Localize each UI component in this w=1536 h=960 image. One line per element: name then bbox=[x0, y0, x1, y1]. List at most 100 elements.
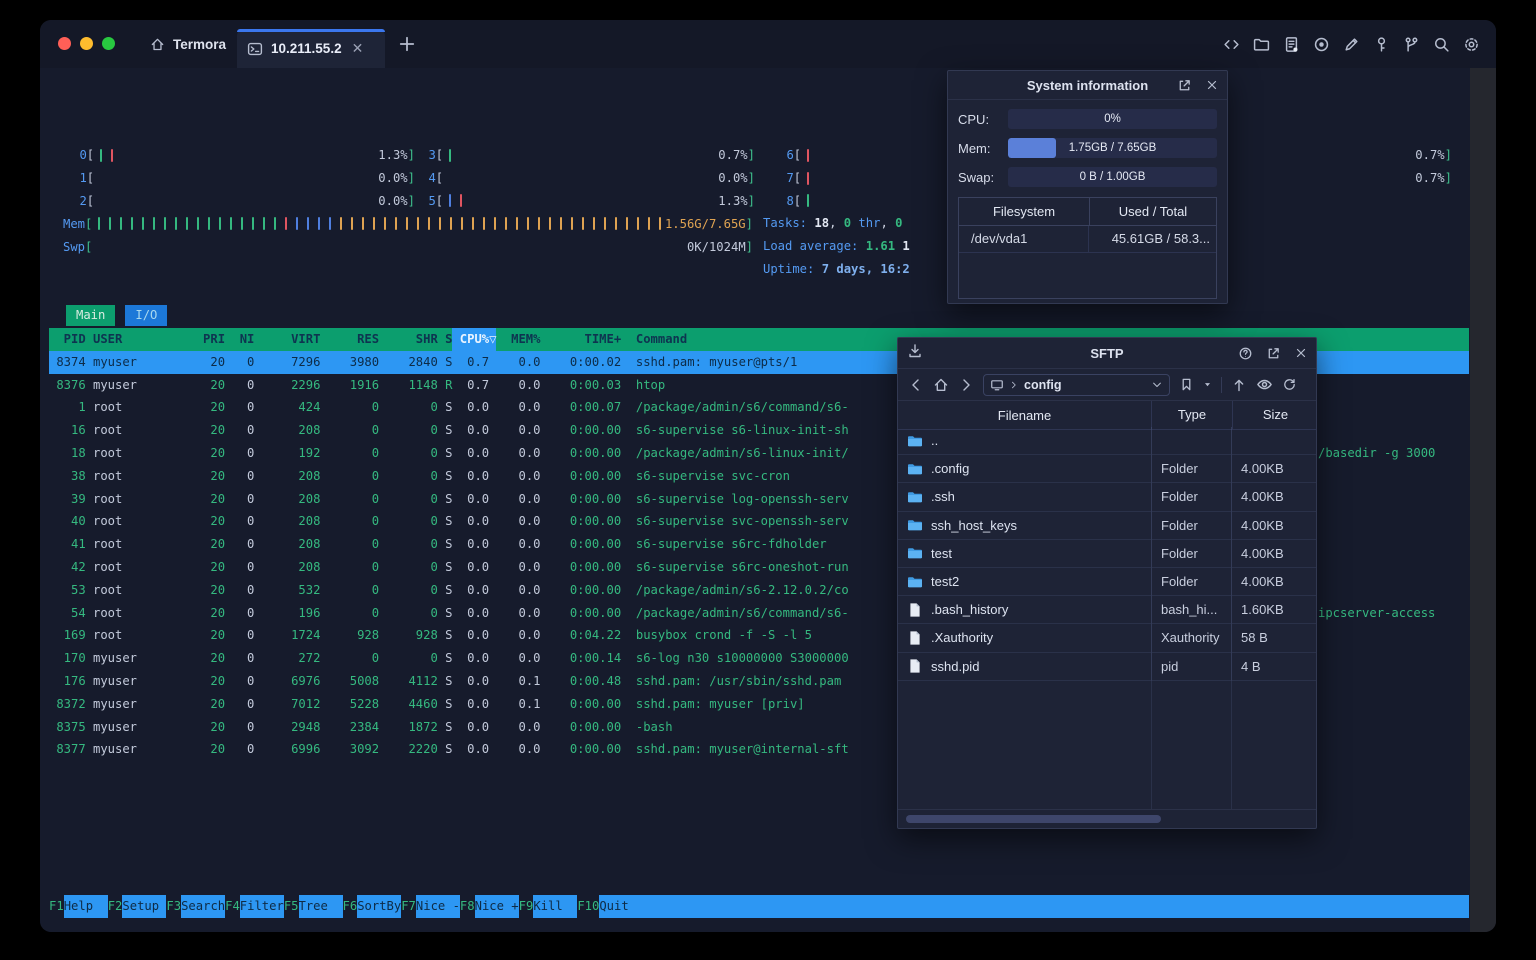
column-header-mem[interactable]: MEM% bbox=[496, 328, 540, 351]
termora-window: Termora 10.211.55.2 ✕ 0[1.3%] 1[0.0%] 2[0.… bbox=[40, 20, 1496, 932]
gear-icon[interactable] bbox=[1463, 36, 1480, 53]
type-column-header[interactable]: Type bbox=[1151, 401, 1232, 429]
close-tab-icon[interactable]: ✕ bbox=[352, 40, 364, 57]
tab-session[interactable]: 10.211.55.2 ✕ bbox=[237, 29, 385, 68]
size-column-header[interactable]: Size bbox=[1232, 401, 1318, 429]
filesystem-row[interactable]: /dev/vda1 45.61GB / 58.3... bbox=[959, 226, 1216, 253]
fkey-label-f5[interactable]: Tree bbox=[298, 894, 343, 918]
cpu-meter-column-1: 0[1.3%] 1[0.0%] 2[0.0%] bbox=[78, 144, 415, 212]
close-window-button[interactable] bbox=[58, 37, 71, 50]
file-size: 4 B bbox=[1231, 652, 1316, 680]
path-breadcrumb[interactable]: config bbox=[983, 373, 1170, 396]
record-icon[interactable] bbox=[1313, 36, 1330, 53]
column-header-ni[interactable]: NI bbox=[225, 328, 255, 351]
home-icon[interactable] bbox=[933, 377, 949, 393]
folder-icon bbox=[907, 517, 923, 533]
fkey-f10[interactable]: F10 bbox=[577, 895, 599, 918]
column-divider bbox=[1231, 427, 1232, 810]
help-icon[interactable] bbox=[1238, 346, 1253, 361]
search-icon[interactable] bbox=[1433, 36, 1450, 53]
fkey-f1[interactable]: F1 bbox=[49, 895, 64, 918]
fkey-label-f7[interactable]: Nice - bbox=[415, 894, 460, 918]
fkey-label-f4[interactable]: Filter bbox=[239, 894, 284, 918]
filename-column-header[interactable]: Filename bbox=[898, 408, 1151, 423]
fkey-f7[interactable]: F7 bbox=[401, 895, 416, 918]
tab-home[interactable]: Termora bbox=[136, 20, 240, 68]
fkey-f6[interactable]: F6 bbox=[343, 895, 358, 918]
column-header-pid[interactable]: PID bbox=[49, 328, 86, 351]
column-header-res[interactable]: RES bbox=[320, 328, 379, 351]
horizontal-scrollbar-thumb[interactable] bbox=[906, 815, 1161, 823]
fkey-label-f2[interactable]: Setup bbox=[122, 894, 167, 918]
file-row[interactable]: test2 Folder 4.00KB bbox=[898, 567, 1316, 597]
file-row[interactable]: sshd.pid pid 4 B bbox=[898, 652, 1316, 681]
window-tabbar: Termora 10.211.55.2 ✕ bbox=[40, 20, 1496, 68]
memory-meter: Mem[1.56G/7.65G] bbox=[63, 216, 753, 231]
fkey-label-f1[interactable]: Help bbox=[63, 894, 108, 918]
file-row[interactable]: .. bbox=[898, 427, 1316, 456]
fkey-f9[interactable]: F9 bbox=[519, 895, 534, 918]
file-row[interactable]: .config Folder 4.00KB bbox=[898, 455, 1316, 484]
file-row[interactable]: ssh_host_keys Folder 4.00KB bbox=[898, 511, 1316, 540]
log-document-icon[interactable] bbox=[1283, 36, 1300, 53]
branch-icon[interactable] bbox=[1403, 36, 1420, 53]
column-header-user[interactable]: USER bbox=[86, 328, 167, 351]
htop-tab-main[interactable]: Main bbox=[66, 305, 116, 326]
close-icon[interactable] bbox=[1294, 346, 1308, 360]
file-name: .config bbox=[931, 461, 970, 477]
file-row[interactable]: .bash_history bash_hi... 1.60KB bbox=[898, 596, 1316, 625]
pencil-icon[interactable] bbox=[1343, 36, 1360, 53]
open-in-window-icon[interactable] bbox=[1266, 346, 1281, 361]
close-icon[interactable] bbox=[1205, 78, 1219, 92]
file-row[interactable]: .ssh Folder 4.00KB bbox=[898, 483, 1316, 512]
key-icon[interactable] bbox=[1373, 36, 1390, 53]
forward-icon[interactable] bbox=[958, 377, 974, 393]
column-header-s[interactable]: S bbox=[438, 328, 452, 351]
home-tab-label: Termora bbox=[173, 36, 227, 52]
chevron-right-icon bbox=[1012, 381, 1016, 388]
system-information-title-bar[interactable]: System information bbox=[948, 71, 1227, 100]
column-header-virt[interactable]: VIRT bbox=[254, 328, 320, 351]
fkey-f8[interactable]: F8 bbox=[460, 895, 475, 918]
file-row[interactable]: .Xauthority Xauthority 58 B bbox=[898, 624, 1316, 653]
refresh-icon[interactable] bbox=[1282, 377, 1297, 392]
bookmark-icon[interactable] bbox=[1179, 377, 1194, 392]
sftp-title-bar[interactable]: SFTP bbox=[898, 338, 1316, 369]
show-hidden-files-icon[interactable] bbox=[1256, 376, 1273, 393]
fkey-label-f3[interactable]: Search bbox=[181, 894, 226, 918]
folder-icon[interactable] bbox=[1253, 36, 1270, 53]
new-tab-button[interactable] bbox=[397, 34, 417, 54]
minimize-window-button[interactable] bbox=[80, 37, 93, 50]
column-header-cpu[interactable]: CPU% bbox=[452, 328, 490, 351]
chevron-down-icon[interactable] bbox=[1151, 379, 1163, 391]
file-size: 1.60KB bbox=[1231, 596, 1316, 624]
file-name: sshd.pid bbox=[931, 658, 980, 674]
cpu-meter-5: 5[1.3%] bbox=[428, 193, 755, 208]
filesystem-column-header[interactable]: Filesystem bbox=[959, 198, 1090, 225]
fkey-f3[interactable]: F3 bbox=[166, 895, 181, 918]
htop-tab-i-o[interactable]: I/O bbox=[125, 305, 168, 326]
fkey-label-f8[interactable]: Nice + bbox=[474, 894, 519, 918]
bookmark-dropdown-icon[interactable] bbox=[1203, 380, 1212, 389]
file-size: 4.00KB bbox=[1231, 567, 1316, 596]
open-in-window-icon[interactable] bbox=[1177, 78, 1192, 93]
system-information-panel: System information CPU: 0% Mem: 1.75GB / 7.… bbox=[947, 70, 1228, 304]
fkey-f4[interactable]: F4 bbox=[225, 895, 240, 918]
fkey-f2[interactable]: F2 bbox=[108, 895, 123, 918]
column-header-shr[interactable]: SHR bbox=[379, 328, 438, 351]
fkey-label-f10[interactable]: Quit bbox=[599, 894, 1469, 918]
column-header-pri[interactable]: PRI bbox=[166, 328, 225, 351]
column-header-time[interactable]: TIME+ bbox=[540, 328, 622, 351]
parent-directory-icon[interactable] bbox=[1231, 377, 1247, 393]
back-icon[interactable] bbox=[908, 377, 924, 393]
fkey-label-f6[interactable]: SortBy bbox=[357, 894, 402, 918]
file-row[interactable]: test Folder 4.00KB bbox=[898, 539, 1316, 568]
used-total-column-header[interactable]: Used / Total bbox=[1090, 198, 1216, 225]
fkey-f5[interactable]: F5 bbox=[284, 895, 299, 918]
file-size: 4.00KB bbox=[1231, 455, 1316, 483]
file-icon bbox=[907, 630, 923, 646]
terminal-scrollbar-gutter[interactable] bbox=[1470, 68, 1496, 932]
fkey-label-f9[interactable]: Kill bbox=[533, 894, 578, 918]
code-icon[interactable] bbox=[1223, 36, 1240, 53]
zoom-window-button[interactable] bbox=[102, 37, 115, 50]
